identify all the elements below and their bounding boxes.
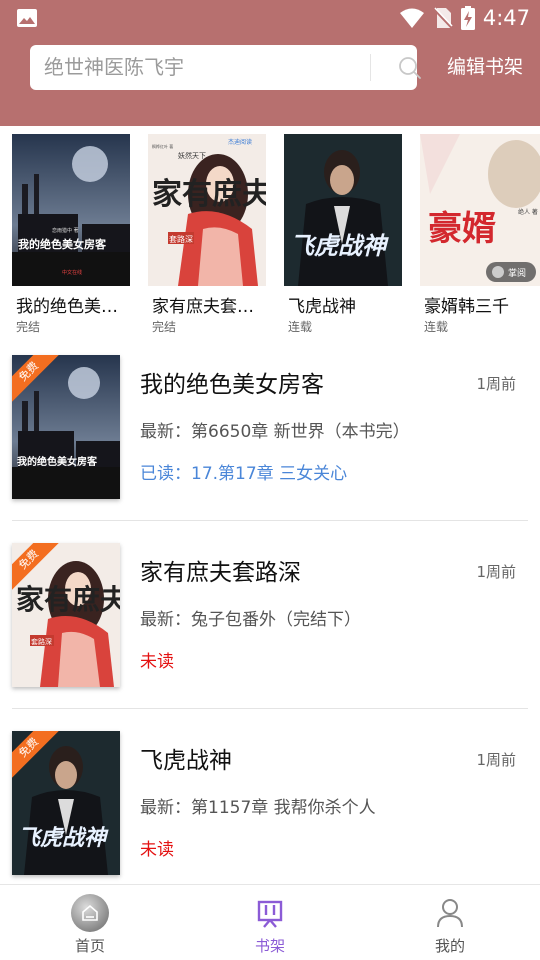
divider	[12, 708, 528, 709]
bookshelf-icon[interactable]	[250, 893, 290, 933]
search-input[interactable]: 绝世神医陈飞宇	[44, 45, 184, 90]
rec-status: 连载	[288, 320, 313, 334]
cover-title-art: 飞虎战神	[18, 826, 109, 851]
cover-logo-art: 杰迪阅读	[228, 138, 252, 146]
cover-title-art: 家有庶夫	[152, 177, 266, 212]
nav-label: 书架	[254, 937, 285, 955]
shelf-item[interactable]: 我的绝色美女房客 免费 我的绝色美女房客 1周前 最新：第6650章 新世界（本…	[0, 355, 540, 543]
nav-bookshelf[interactable]: 书架	[180, 885, 360, 960]
rec-status: 完结	[152, 320, 177, 334]
search-icon[interactable]	[397, 55, 422, 80]
nav-label: 我的	[434, 937, 465, 955]
profile-icon[interactable]	[430, 893, 470, 933]
rec-status: 连载	[424, 320, 449, 334]
rec-status: 完结	[16, 320, 41, 334]
cover-title-art: 我的绝色美女房客	[18, 237, 107, 251]
cover-subtitle-art: 套路深	[169, 234, 193, 244]
cover-author-art: 绝人 著	[518, 208, 538, 216]
book-title: 飞虎战神	[140, 748, 232, 774]
wifi-icon	[399, 8, 424, 28]
latest-chapter: 最新：第6650章 新世界（本书完）	[140, 422, 410, 442]
shelf-item[interactable]: 家有庶夫 套路深 免费 家有庶夫套路深 1周前 最新：兔子包番外（完结下） 未读	[0, 543, 540, 731]
nav-profile[interactable]: 我的	[360, 885, 540, 960]
app-root: 4:47 绝世神医陈飞宇 编辑书架 我的绝色美女房客 恋雨猎中 著 中文在线 我…	[0, 0, 540, 960]
status-icons: 4:47	[399, 4, 530, 32]
status-time: 4:47	[482, 6, 530, 30]
book-cover[interactable]: 豪婿 绝人 著 掌阅	[420, 134, 540, 286]
nav-label: 首页	[74, 937, 105, 955]
cover-watermark-art: 掌阅	[508, 268, 526, 279]
battery-charging-icon	[460, 6, 475, 30]
nav-home[interactable]: 首页	[0, 885, 180, 960]
book-cover[interactable]: 飞虎战神 免费	[12, 731, 120, 875]
edit-shelf-button[interactable]: 编辑书架	[447, 45, 523, 90]
rec-title: 豪婿韩三千	[424, 297, 509, 317]
rec-title: 飞虎战神	[288, 297, 356, 317]
latest-chapter: 最新：第1157章 我帮你杀个人	[140, 798, 376, 818]
no-sim-icon	[432, 7, 453, 29]
header: 4:47 绝世神医陈飞宇 编辑书架	[0, 0, 540, 126]
status-bar: 4:47	[0, 0, 540, 36]
search-divider	[370, 54, 371, 81]
latest-chapter: 最新：兔子包番外（完结下）	[140, 610, 361, 630]
cover-top-art: 妖然天下	[178, 151, 206, 160]
book-cover[interactable]: 我的绝色美女房客 免费	[12, 355, 120, 499]
book-title: 家有庶夫套路深	[140, 560, 301, 586]
divider	[12, 520, 528, 521]
update-time: 1周前	[476, 375, 516, 393]
search-box[interactable]: 绝世神医陈飞宇	[30, 45, 421, 90]
cover-title-art: 飞虎战神	[290, 232, 389, 260]
book-cover[interactable]: 家有庶夫 套路深 妖然天下 杰迪阅读 枫桦红叶 著	[148, 134, 266, 286]
gallery-icon	[17, 9, 37, 27]
cover-author-art: 枫桦红叶 著	[152, 143, 173, 149]
cover-title-art: 家有庶夫	[16, 583, 120, 616]
read-progress: 未读	[140, 652, 174, 672]
book-title: 我的绝色美女房客	[140, 372, 324, 398]
home-icon[interactable]	[70, 893, 110, 933]
rec-title: 家有庶夫套路深	[152, 297, 267, 317]
update-time: 1周前	[476, 563, 516, 581]
book-cover[interactable]: 飞虎战神	[284, 134, 402, 286]
cover-title-art: 我的绝色美女房客	[17, 455, 98, 468]
book-cover[interactable]: 家有庶夫 套路深 免费	[12, 543, 120, 687]
cover-author-art: 恋雨猎中 著	[52, 227, 79, 234]
cover-title-art: 豪婿	[428, 209, 496, 249]
read-progress: 未读	[140, 840, 174, 860]
cover-publisher-art: 中文在线	[62, 269, 82, 276]
update-time: 1周前	[476, 751, 516, 769]
book-cover[interactable]: 我的绝色美女房客 恋雨猎中 著 中文在线	[12, 134, 130, 286]
rec-title: 我的绝色美女房客	[16, 297, 131, 317]
read-progress: 已读：17.第17章 三女关心	[140, 464, 348, 484]
recommendation-carousel[interactable]: 我的绝色美女房客 恋雨猎中 著 中文在线 我的绝色美女房客 完结 家有庶夫 套	[0, 126, 540, 336]
cover-subtitle-art: 套路深	[31, 637, 52, 646]
bottom-nav: 首页 书架 我的	[0, 884, 540, 960]
